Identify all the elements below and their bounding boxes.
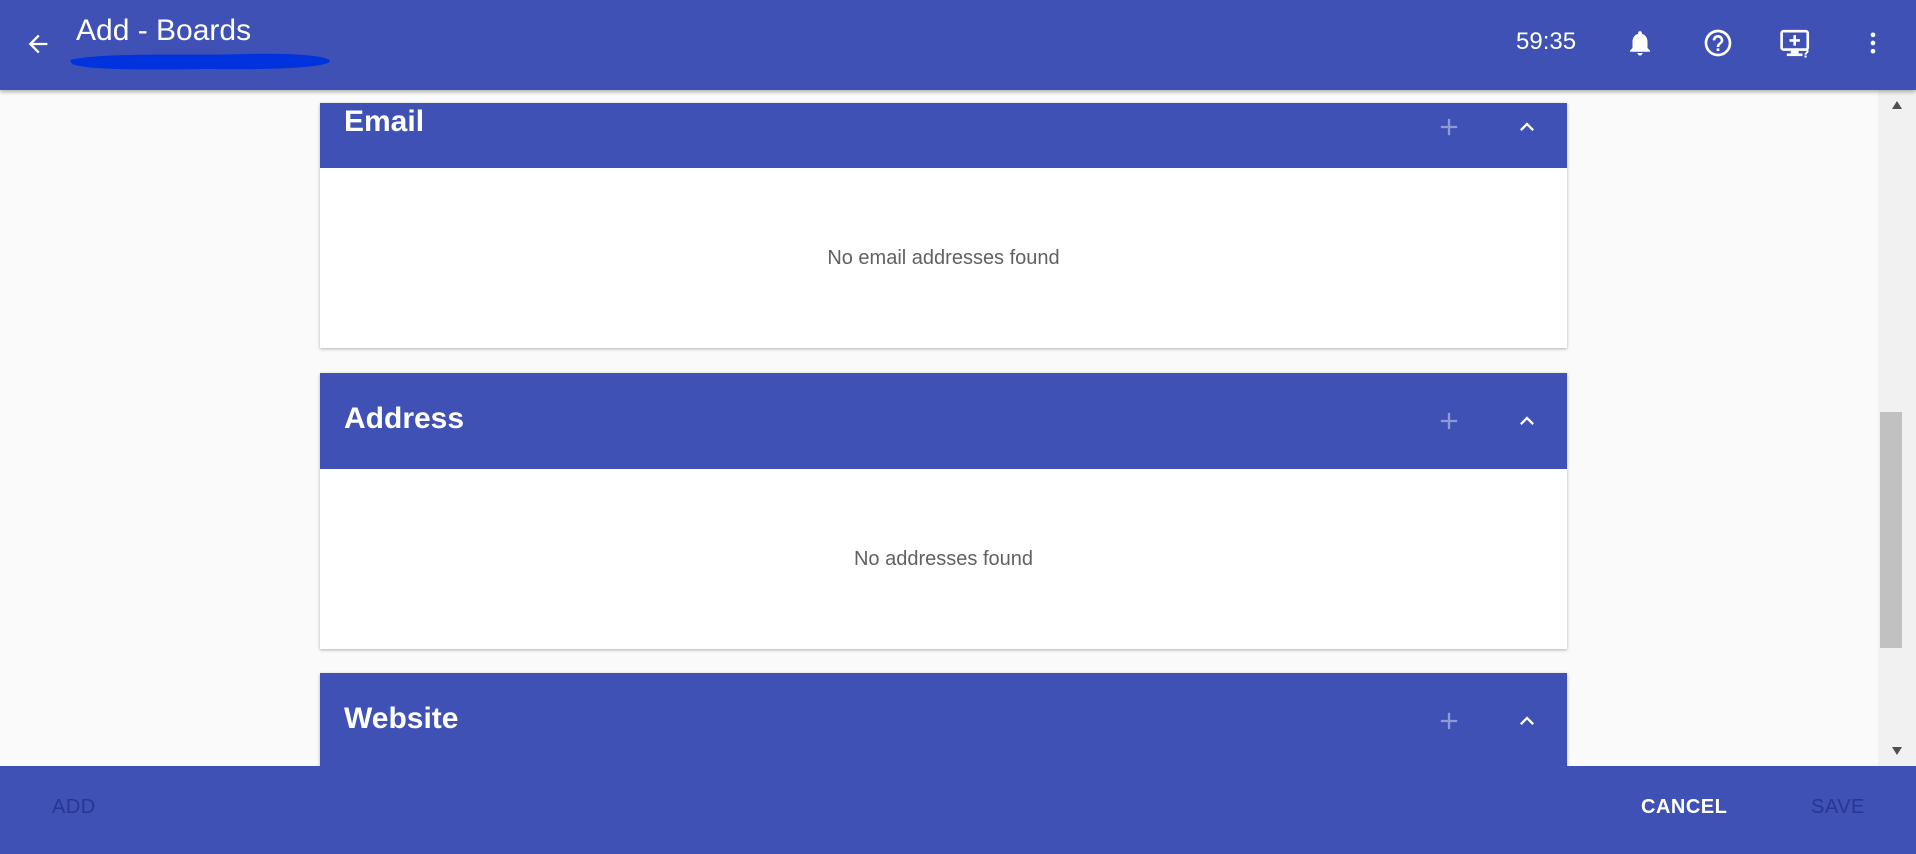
cancel-button[interactable]: CANCEL (1641, 796, 1727, 819)
website-panel: Website (320, 673, 1567, 766)
more-vert-icon (1870, 32, 1876, 54)
email-panel: Email No email addresses found (320, 103, 1567, 348)
page-title: Add - Boards (76, 14, 252, 47)
address-panel: Address No addresses found (320, 373, 1567, 649)
scroll-up-arrow[interactable] (1878, 90, 1916, 120)
triangle-up-icon (1892, 101, 1902, 109)
help-circle-icon (1704, 29, 1732, 57)
email-panel-body: No email addresses found (320, 168, 1567, 348)
top-app-bar: Add - Boards 59:35 ? (0, 0, 1916, 90)
chevron-up-icon (1520, 416, 1534, 425)
bottom-action-bar: ADD CANCEL SAVE (0, 766, 1916, 854)
scrollbar-thumb[interactable] (1880, 412, 1902, 648)
plus-icon (1440, 412, 1458, 430)
help-button[interactable] (1698, 23, 1738, 63)
chevron-up-icon (1520, 716, 1534, 725)
collapse-email-button[interactable] (1509, 109, 1545, 145)
chevron-up-icon (1520, 122, 1534, 131)
remote-support-button[interactable]: ? (1776, 23, 1816, 63)
add-button[interactable]: ADD (52, 796, 96, 819)
arrow-back-icon (28, 34, 48, 54)
vertical-scrollbar[interactable] (1878, 90, 1916, 766)
email-panel-title: Email (344, 105, 425, 138)
plus-icon (1440, 712, 1458, 730)
triangle-down-icon (1892, 747, 1902, 755)
redaction-scribble (70, 53, 330, 70)
plus-icon (1440, 118, 1458, 136)
monitor-help-icon: ? (1780, 29, 1810, 59)
email-panel-header: Email (320, 103, 1567, 168)
email-empty-message: No email addresses found (827, 246, 1060, 269)
add-website-button[interactable] (1431, 703, 1467, 739)
address-panel-body: No addresses found (320, 469, 1567, 649)
address-panel-header: Address (320, 373, 1567, 469)
more-options-button[interactable] (1853, 23, 1893, 63)
session-timer: 59:35 (1516, 28, 1577, 55)
bell-icon (1630, 31, 1650, 56)
collapse-website-button[interactable] (1509, 703, 1545, 739)
svg-text:?: ? (1803, 46, 1810, 59)
scroll-down-arrow[interactable] (1878, 736, 1916, 766)
address-empty-message: No addresses found (853, 547, 1033, 570)
add-address-button[interactable] (1431, 403, 1467, 439)
content-area: Email No email addresses found Address N… (0, 90, 1878, 766)
save-button[interactable]: SAVE (1811, 796, 1865, 819)
website-panel-title: Website (344, 702, 459, 735)
notifications-button[interactable] (1620, 23, 1660, 63)
add-email-button[interactable] (1431, 109, 1467, 145)
address-panel-title: Address (344, 402, 465, 435)
back-button[interactable] (20, 26, 56, 62)
website-panel-header: Website (320, 673, 1567, 766)
collapse-address-button[interactable] (1509, 403, 1545, 439)
